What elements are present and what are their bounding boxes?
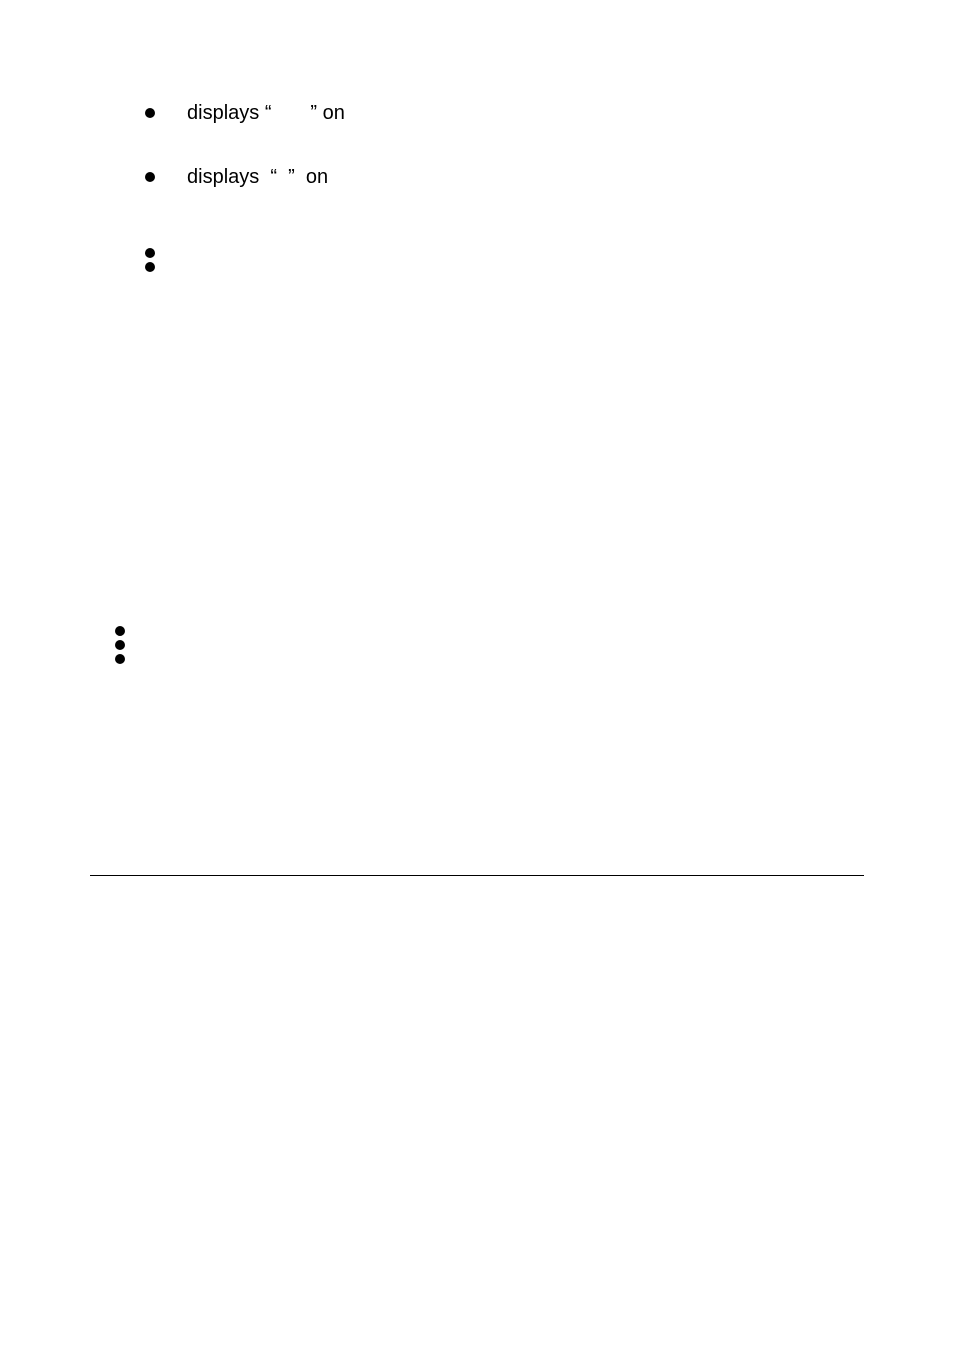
bullet-icon xyxy=(145,108,155,118)
bullet-list-1: displays “ ” on displays “ ” on xyxy=(90,100,864,190)
list-item-text: displays “ ” on xyxy=(187,164,328,190)
bullet-icon xyxy=(145,248,155,258)
bullet-icon xyxy=(115,640,125,650)
list-item xyxy=(115,646,864,656)
list-item xyxy=(115,618,864,628)
list-item-text: displays “ ” on xyxy=(187,100,345,126)
document-page: displays “ ” on displays “ ” on xyxy=(0,0,954,1350)
bullet-list-2 xyxy=(90,240,864,264)
list-item xyxy=(145,254,864,264)
bullet-icon xyxy=(115,654,125,664)
list-item: displays “ ” on xyxy=(145,164,864,190)
list-item xyxy=(145,240,864,250)
bullet-list-3 xyxy=(90,618,864,656)
list-item xyxy=(115,632,864,642)
bullet-icon xyxy=(115,626,125,636)
horizontal-rule xyxy=(90,875,864,876)
bullet-icon xyxy=(145,262,155,272)
list-item: displays “ ” on xyxy=(145,100,864,126)
bullet-icon xyxy=(145,172,155,182)
